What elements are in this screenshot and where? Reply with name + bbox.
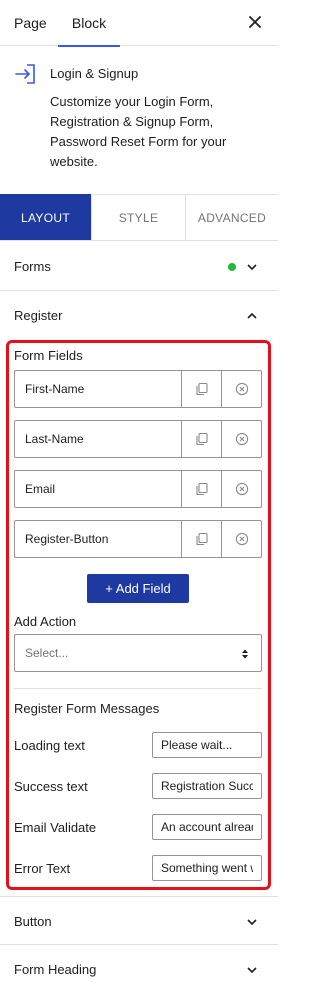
field-row: Register-Button bbox=[14, 520, 262, 558]
select-value: Select... bbox=[25, 646, 69, 660]
copy-icon bbox=[196, 432, 208, 446]
panel-forms-label: Forms bbox=[14, 259, 51, 274]
error-text-input[interactable] bbox=[152, 855, 262, 881]
messages-title: Register Form Messages bbox=[14, 701, 160, 716]
sidebar-header: Page Block bbox=[0, 0, 278, 47]
panel-button-label: Button bbox=[14, 914, 52, 929]
field-row: Email bbox=[14, 470, 262, 508]
tab-advanced[interactable]: ADVANCED bbox=[185, 194, 278, 240]
chevron-down-icon bbox=[247, 967, 257, 974]
field-row: Last-Name bbox=[14, 420, 262, 458]
message-label: Success text bbox=[14, 779, 88, 794]
field-row: First-Name bbox=[14, 370, 262, 408]
divider bbox=[14, 688, 262, 689]
field-name: Register-Button bbox=[25, 532, 109, 546]
tab-block[interactable]: Block bbox=[58, 0, 120, 47]
add-field-button[interactable]: + Add Field bbox=[87, 574, 189, 603]
panel-register-label: Register bbox=[14, 308, 63, 323]
copy-icon bbox=[196, 482, 208, 496]
message-label: Loading text bbox=[14, 738, 85, 753]
close-circle-icon bbox=[235, 382, 249, 396]
message-label: Error Text bbox=[14, 861, 71, 876]
copy-icon bbox=[196, 382, 208, 396]
form-fields-title: Form Fields bbox=[14, 348, 83, 363]
copy-icon bbox=[196, 532, 208, 546]
message-label: Email Validate bbox=[14, 820, 97, 835]
block-title: Login & Signup bbox=[50, 66, 139, 81]
close-icon[interactable] bbox=[246, 13, 264, 31]
status-dot bbox=[228, 263, 236, 271]
inspector-tabs: LAYOUT STYLE ADVANCED bbox=[0, 194, 278, 241]
tab-layout[interactable]: LAYOUT bbox=[0, 194, 91, 240]
duplicate-field-button[interactable] bbox=[181, 471, 221, 507]
select-arrows-icon bbox=[242, 649, 248, 659]
remove-field-button[interactable] bbox=[221, 521, 261, 557]
email-validate-input[interactable] bbox=[152, 814, 262, 840]
login-arrow-icon bbox=[15, 64, 35, 84]
remove-field-button[interactable] bbox=[221, 371, 261, 407]
panel-register[interactable]: Register bbox=[0, 291, 278, 340]
success-text-input[interactable] bbox=[152, 773, 262, 799]
tab-style[interactable]: STYLE bbox=[91, 194, 185, 240]
close-circle-icon bbox=[235, 532, 249, 546]
field-name: First-Name bbox=[25, 382, 85, 396]
panel-button[interactable]: Button bbox=[0, 896, 278, 945]
field-name: Last-Name bbox=[25, 432, 84, 446]
panel-forms[interactable]: Forms bbox=[0, 242, 278, 291]
chevron-up-icon bbox=[247, 312, 257, 319]
duplicate-field-button[interactable] bbox=[181, 371, 221, 407]
loading-text-input[interactable] bbox=[152, 732, 262, 758]
panel-form-heading[interactable]: Form Heading bbox=[0, 945, 278, 993]
duplicate-field-button[interactable] bbox=[181, 421, 221, 457]
block-description: Customize your Login Form, Registration … bbox=[50, 94, 227, 169]
panel-form-heading-label: Form Heading bbox=[14, 962, 97, 977]
close-circle-icon bbox=[235, 482, 249, 496]
duplicate-field-button[interactable] bbox=[181, 521, 221, 557]
close-circle-icon bbox=[235, 432, 249, 446]
field-name: Email bbox=[25, 482, 56, 496]
tab-page[interactable]: Page bbox=[14, 0, 47, 46]
block-card: Login & Signup Customize your Login Form… bbox=[0, 46, 278, 194]
add-action-select[interactable]: Select... bbox=[14, 634, 262, 672]
chevron-down-icon bbox=[247, 264, 257, 271]
remove-field-button[interactable] bbox=[221, 471, 261, 507]
add-action-label: Add Action bbox=[14, 614, 77, 629]
remove-field-button[interactable] bbox=[221, 421, 261, 457]
chevron-down-icon bbox=[247, 919, 257, 926]
